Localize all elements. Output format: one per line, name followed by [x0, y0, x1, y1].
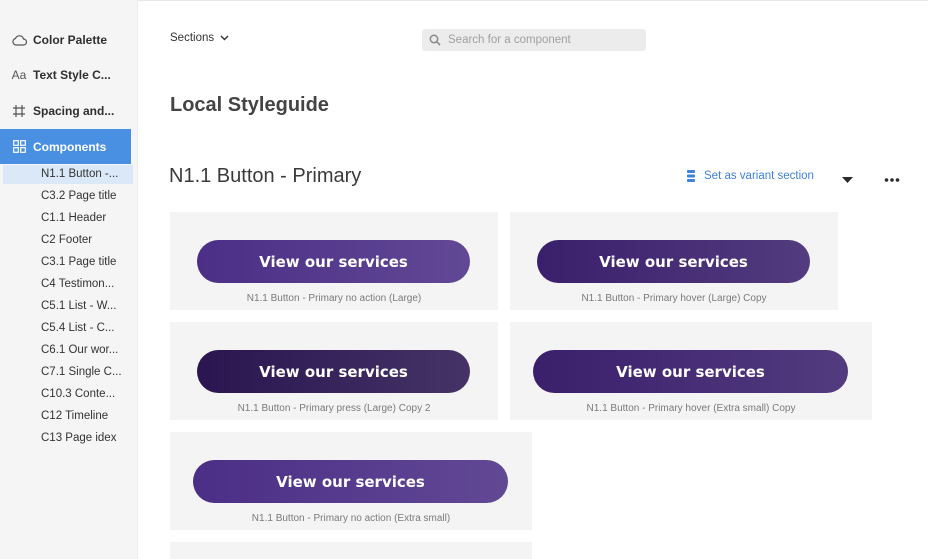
sidebar-item-label: Components: [33, 139, 107, 154]
search-icon: [429, 34, 441, 46]
component-card[interactable]: [170, 542, 532, 559]
component-card[interactable]: View our services N1.1 Button - Primary …: [510, 322, 872, 420]
spacing-grid-icon: [11, 103, 27, 119]
more-dots-icon: [884, 178, 900, 182]
component-card[interactable]: View our services N1.1 Button - Primary …: [510, 212, 838, 310]
sections-dropdown[interactable]: Sections: [170, 32, 229, 44]
sidebar-item-label: Color Palette: [33, 33, 108, 47]
component-item[interactable]: C5.1 List - W...: [3, 297, 133, 316]
sections-label: Sections: [170, 32, 215, 44]
component-item[interactable]: C12 Timeline: [3, 407, 133, 426]
component-item[interactable]: N1.1 Button -...: [3, 165, 133, 184]
set-variant-section-link[interactable]: Set as variant section: [686, 169, 814, 183]
card-caption: N1.1 Button - Primary press (Large) Copy…: [237, 403, 431, 414]
cloud-icon: [11, 32, 27, 48]
component-card[interactable]: View our services N1.1 Button - Primary …: [170, 322, 498, 420]
card-caption: N1.1 Button - Primary no action (Extra s…: [251, 513, 451, 524]
component-item[interactable]: C7.1 Single C...: [3, 363, 133, 382]
view-services-button[interactable]: View our services: [193, 460, 508, 503]
component-item[interactable]: C13 Page idex: [3, 429, 133, 448]
page-title: Local Styleguide: [170, 94, 329, 116]
view-services-button[interactable]: View our services: [533, 350, 848, 393]
caret-down-icon: [842, 177, 853, 183]
sidebar-item-label: Text Style C...: [33, 68, 111, 82]
sidebar-item-color-palette[interactable]: Color Palette: [0, 23, 131, 57]
component-item[interactable]: C2 Footer: [3, 231, 133, 250]
search-box[interactable]: [422, 29, 646, 51]
component-item[interactable]: C4 Testimon...: [3, 275, 133, 294]
component-item[interactable]: C6.1 Our wor...: [3, 341, 133, 360]
view-services-button[interactable]: View our services: [197, 350, 470, 393]
sidebar-item-spacing[interactable]: Spacing and...: [0, 94, 131, 128]
section-collapse-button[interactable]: [841, 172, 854, 190]
sidebar-item-text-style[interactable]: Aa Text Style C...: [0, 58, 131, 92]
component-item[interactable]: C5.4 List - C...: [3, 319, 133, 338]
components-grid-icon: [11, 139, 27, 155]
card-caption: N1.1 Button - Primary hover (Large) Copy: [581, 293, 767, 304]
search-input[interactable]: [446, 33, 640, 47]
card-caption: N1.1 Button - Primary no action (Large): [246, 293, 422, 304]
variant-link-label: Set as variant section: [704, 170, 814, 182]
component-item[interactable]: C3.2 Page title: [3, 187, 133, 206]
view-services-button[interactable]: View our services: [537, 240, 810, 283]
component-item[interactable]: C10.3 Conte...: [3, 385, 133, 404]
variant-stack-icon: [687, 170, 695, 182]
component-card[interactable]: View our services N1.1 Button - Primary …: [170, 212, 498, 310]
sidebar-item-components[interactable]: Components: [0, 129, 131, 164]
component-item[interactable]: C3.1 Page title: [3, 253, 133, 272]
text-style-icon: Aa: [11, 68, 27, 82]
sidebar-item-label: Spacing and...: [33, 104, 115, 118]
component-item[interactable]: C1.1 Header: [3, 209, 133, 228]
component-card[interactable]: View our services N1.1 Button - Primary …: [170, 432, 532, 530]
more-options-button[interactable]: [884, 172, 900, 190]
card-caption: N1.1 Button - Primary hover (Extra small…: [586, 403, 796, 414]
chevron-down-icon: [220, 35, 229, 41]
section-title: N1.1 Button - Primary: [169, 165, 362, 187]
sidebar: Color Palette Aa Text Style C... Spacing…: [0, 0, 138, 559]
top-divider: [0, 0, 928, 1]
view-services-button[interactable]: View our services: [197, 240, 470, 283]
